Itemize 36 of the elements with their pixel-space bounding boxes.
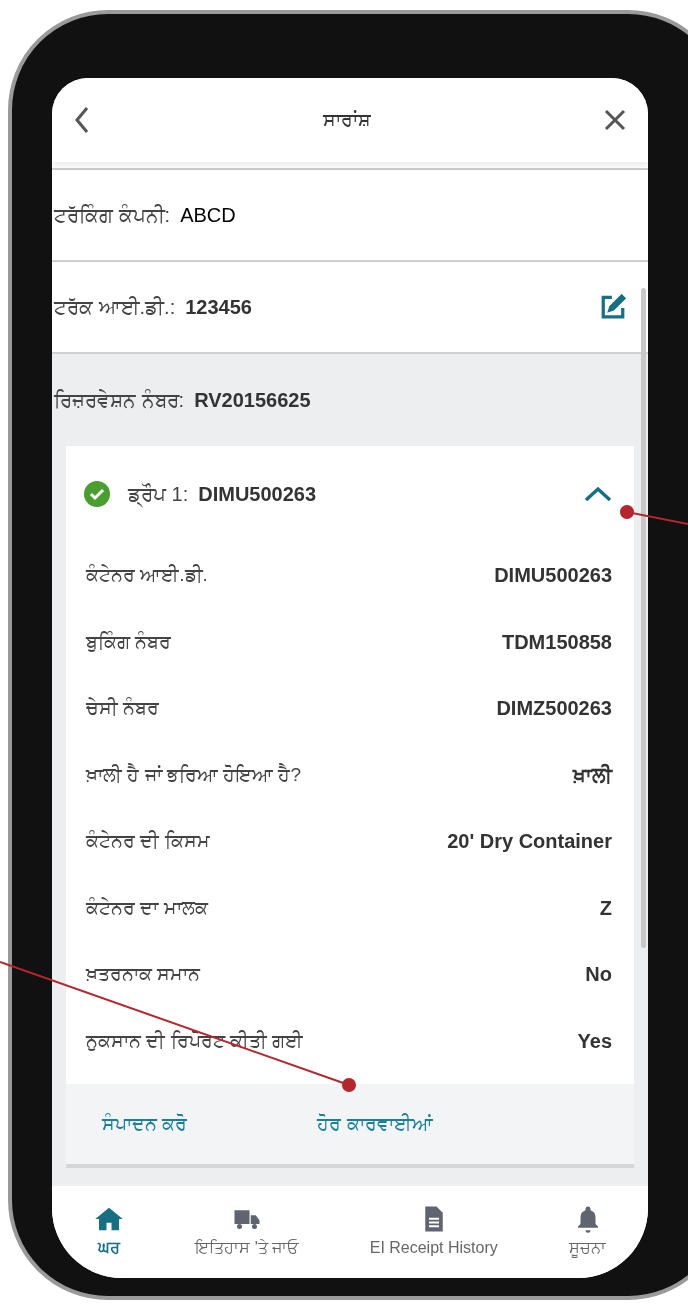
edit-icon[interactable] [600,294,626,320]
detail-label: ਖ਼ਤਰਨਾਕ ਸਮਾਨ [86,962,201,986]
action-link[interactable]: ਹੋਰ ਕਾਰਵਾਈਆਂ [317,1109,433,1139]
nav-tab[interactable]: EI Receipt History [369,1204,498,1260]
drop-label: ਡ੍ਰੌਪ 1: [128,479,189,509]
detail-value: Yes [577,1028,612,1054]
detail-label: ਬੁਕਿੰਗ ਨੰਬਰ [86,629,172,654]
detail-label: ਖ਼ਾਲੀ ਹੈ ਜਾਂ ਭਰਿਆ ਹੋਇਆ ਹੈ? [86,762,301,787]
detail-value: DIMU500263 [494,563,612,589]
leader-line [620,505,688,525]
nav-tab[interactable]: ਘਰ [93,1204,124,1260]
detail-label: ਕੰਟੇਨਰ ਆਈ.ਡੀ. [86,563,208,587]
field-value: 123456 [185,295,252,320]
drop-value: DIMU500263 [198,482,317,507]
nav-tab[interactable]: ਇਤਿਹਾਸ 'ਤੇ ਜਾਓ [195,1204,299,1260]
screen-title: ਸਾਰਾਂਸ਼ [323,107,371,132]
detail-value: Z [599,895,612,921]
detail-label: ਕੰਟੇਨਰ ਦਾ ਮਾਲਕ [86,895,208,920]
field-value: RV20156625 [194,388,311,413]
chevron-up-icon[interactable] [584,486,612,502]
field-value: ABCD [180,203,236,228]
detail-value: TDM150858 [501,629,612,655]
close-icon[interactable] [604,109,626,131]
field-label: ਟਰੱਕਿੰਗ ਕੰਪਨੀ: [54,203,171,228]
field-label: ਰਿਜ਼ਰਵੇਸ਼ਨ ਨੰਬਰ: [54,388,185,413]
detail-value: ਖ਼ਾਲੀ [573,762,612,788]
detail-value: 20' Dry Container [447,829,612,855]
detail-label: ਚੇਸੀ ਨੰਬਰ [86,696,160,720]
detail-label: ਕੰਟੇਨਰ ਦੀ ਕਿਸਮ [86,829,210,853]
nav-tab[interactable]: ਸੂਚਨਾ [569,1204,607,1260]
action-link[interactable]: ਸੰਪਾਦਨ ਕਰੋ [102,1109,188,1139]
detail-label: ਨੁਕਸਾਨ ਦੀ ਰਿਪੋਰਟ ਕੀਤੀ ਗਈ [86,1028,304,1053]
detail-value: No [585,962,612,988]
detail-value: DIMZ500263 [496,696,612,722]
back-icon[interactable] [74,106,90,134]
field-label: ਟਰੱਕ ਆਈ.ਡੀ.: [54,295,176,320]
